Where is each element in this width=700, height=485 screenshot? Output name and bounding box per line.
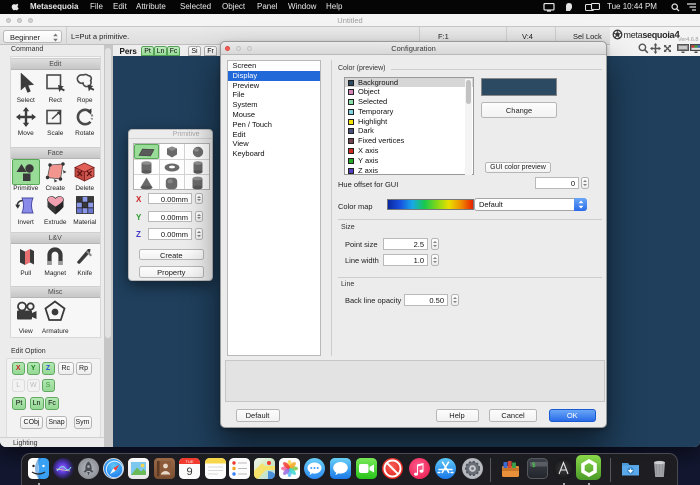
svg-text:$: $: [532, 462, 536, 469]
svg-text:9: 9: [186, 466, 192, 478]
svg-text:TUE: TUE: [185, 458, 193, 463]
